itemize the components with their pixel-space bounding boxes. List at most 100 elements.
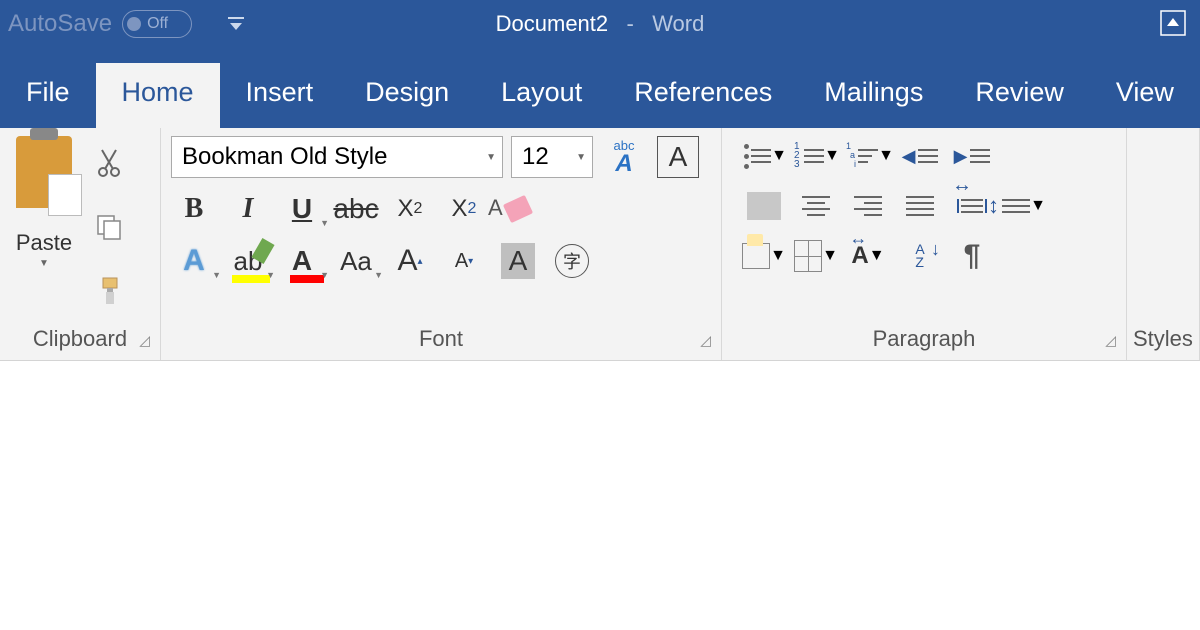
justify-icon [906,196,934,216]
font-launcher-icon[interactable]: ◿ [700,332,711,349]
paste-label: Paste [16,230,72,256]
character-border-button[interactable]: A [655,134,701,180]
tab-layout[interactable]: Layout [475,63,608,128]
tab-review[interactable]: Review [949,63,1090,128]
clear-formatting-icon: abc A [614,139,635,176]
paragraph-launcher-icon[interactable]: ◿ [1105,332,1116,349]
borders-button[interactable]: ▼ [794,238,838,274]
character-shading-icon: A [501,243,536,279]
group-label-styles: Styles [1127,326,1199,360]
character-shading-button[interactable]: A [495,238,541,284]
bold-button[interactable]: B [171,186,217,232]
tab-mailings[interactable]: Mailings [798,63,949,128]
align-right-button[interactable] [846,188,890,224]
shading-button[interactable]: ▼ [742,238,786,274]
group-paragraph: ▼ 123 ▼ 1ai ▼ [722,128,1127,360]
tab-design[interactable]: Design [339,63,475,128]
enclose-icon: 字 [555,244,589,278]
dropdown-icon: ▼ [770,247,786,265]
font-size-value: 12 [522,143,549,171]
tab-file[interactable]: File [0,63,96,128]
title-separator: - [614,11,646,36]
dropdown-icon: ▼ [1030,197,1046,215]
sort-button[interactable]: AZ [898,238,942,274]
shrink-font-button[interactable]: A▾ [441,238,487,284]
paste-button[interactable]: Paste ▼ [0,128,88,326]
scissors-icon [96,148,122,178]
format-painter-button[interactable] [94,276,124,306]
copy-button[interactable] [94,212,124,242]
enclose-characters-button[interactable]: 字 [549,238,595,284]
toggle-indicator-icon [127,17,141,31]
clipboard-icon [16,136,72,208]
tab-home[interactable]: Home [96,63,220,128]
dropdown-icon: ▼ [212,270,221,280]
text-effects-icon: A [183,244,205,278]
font-color-button[interactable]: A▼ [279,238,325,284]
group-styles: Styles [1127,128,1200,360]
group-clipboard: Paste ▼ Clipboard ◿ [0,128,161,360]
show-hide-button[interactable]: ¶ [950,238,994,274]
text-effects-button[interactable]: A▼ [171,238,217,284]
dropdown-icon: ▼ [320,270,329,280]
dropdown-icon: ▼ [486,152,496,163]
justify-button[interactable] [898,188,942,224]
title-bar: AutoSave Off Document2 - Word [0,0,1200,48]
group-label-paragraph: Paragraph ◿ [722,326,1126,360]
strikethrough-button[interactable]: abc [333,186,379,232]
tab-insert[interactable]: Insert [220,63,340,128]
cut-button[interactable] [94,148,124,178]
line-spacing-icon [1002,199,1030,213]
numbering-button[interactable]: 123 ▼ [794,138,838,174]
decrease-indent-button[interactable]: ◀ [898,138,942,174]
asian-layout-button[interactable]: A ▼ [846,238,890,274]
dropdown-icon: ▼ [576,152,586,163]
italic-button[interactable]: I [225,186,271,232]
autosave-label: AutoSave [8,10,112,38]
align-left-button[interactable] [742,188,786,224]
copy-icon [95,213,123,241]
subscript-button[interactable]: X2 [387,186,433,232]
document-canvas[interactable] [0,361,1200,630]
app-name: Word [652,11,704,36]
increase-indent-button[interactable]: ▶ [950,138,994,174]
clipboard-launcher-icon[interactable]: ◿ [139,332,150,349]
align-center-button[interactable] [794,188,838,224]
ribbon: Paste ▼ Clipboard ◿ [0,128,1200,361]
bullets-button[interactable]: ▼ [742,138,786,174]
numbering-icon: 123 [794,142,800,169]
change-case-button[interactable]: Aa▼ [333,238,379,284]
distributed-icon [957,199,987,213]
align-center-icon [802,196,830,216]
ribbon-display-options[interactable] [1160,10,1186,36]
dropdown-icon: ▼ [824,147,840,165]
autosave-toggle[interactable]: Off [122,10,192,38]
phonetic-guide-button[interactable] [495,186,541,232]
dropdown-icon: ▼ [320,218,329,228]
font-size-selector[interactable]: 12 ▼ [511,136,593,178]
dropdown-icon: ▼ [822,247,838,265]
quick-access-customize[interactable] [226,15,246,33]
dropdown-icon: ▼ [878,147,894,165]
line-spacing-button[interactable]: ▼ [1002,188,1046,224]
clear-formatting-button[interactable]: abc A [601,134,647,180]
tab-view[interactable]: View [1090,63,1200,128]
autosave-control[interactable]: AutoSave Off [0,10,192,38]
borders-icon [794,240,822,272]
paste-dropdown-icon[interactable]: ▼ [39,258,49,269]
group-font: Bookman Old Style ▼ 12 ▼ abc A A [161,128,722,360]
autosave-state: Off [147,15,168,33]
highlight-button[interactable]: ab▼ [225,238,271,284]
sort-icon: AZ [915,243,924,269]
asian-layout-icon: A [851,242,868,270]
tab-references[interactable]: References [608,63,798,128]
document-name: Document2 [496,11,609,36]
font-color-icon: A [292,245,312,277]
multilevel-list-button[interactable]: 1ai ▼ [846,138,890,174]
ribbon-tabs: File Home Insert Design Layout Reference… [0,48,1200,128]
underline-button[interactable]: U▼ [279,186,325,232]
font-name-selector[interactable]: Bookman Old Style ▼ [171,136,503,178]
superscript-button[interactable]: X2 [441,186,487,232]
grow-font-button[interactable]: A▴ [387,238,433,284]
eraser-icon [506,199,530,219]
